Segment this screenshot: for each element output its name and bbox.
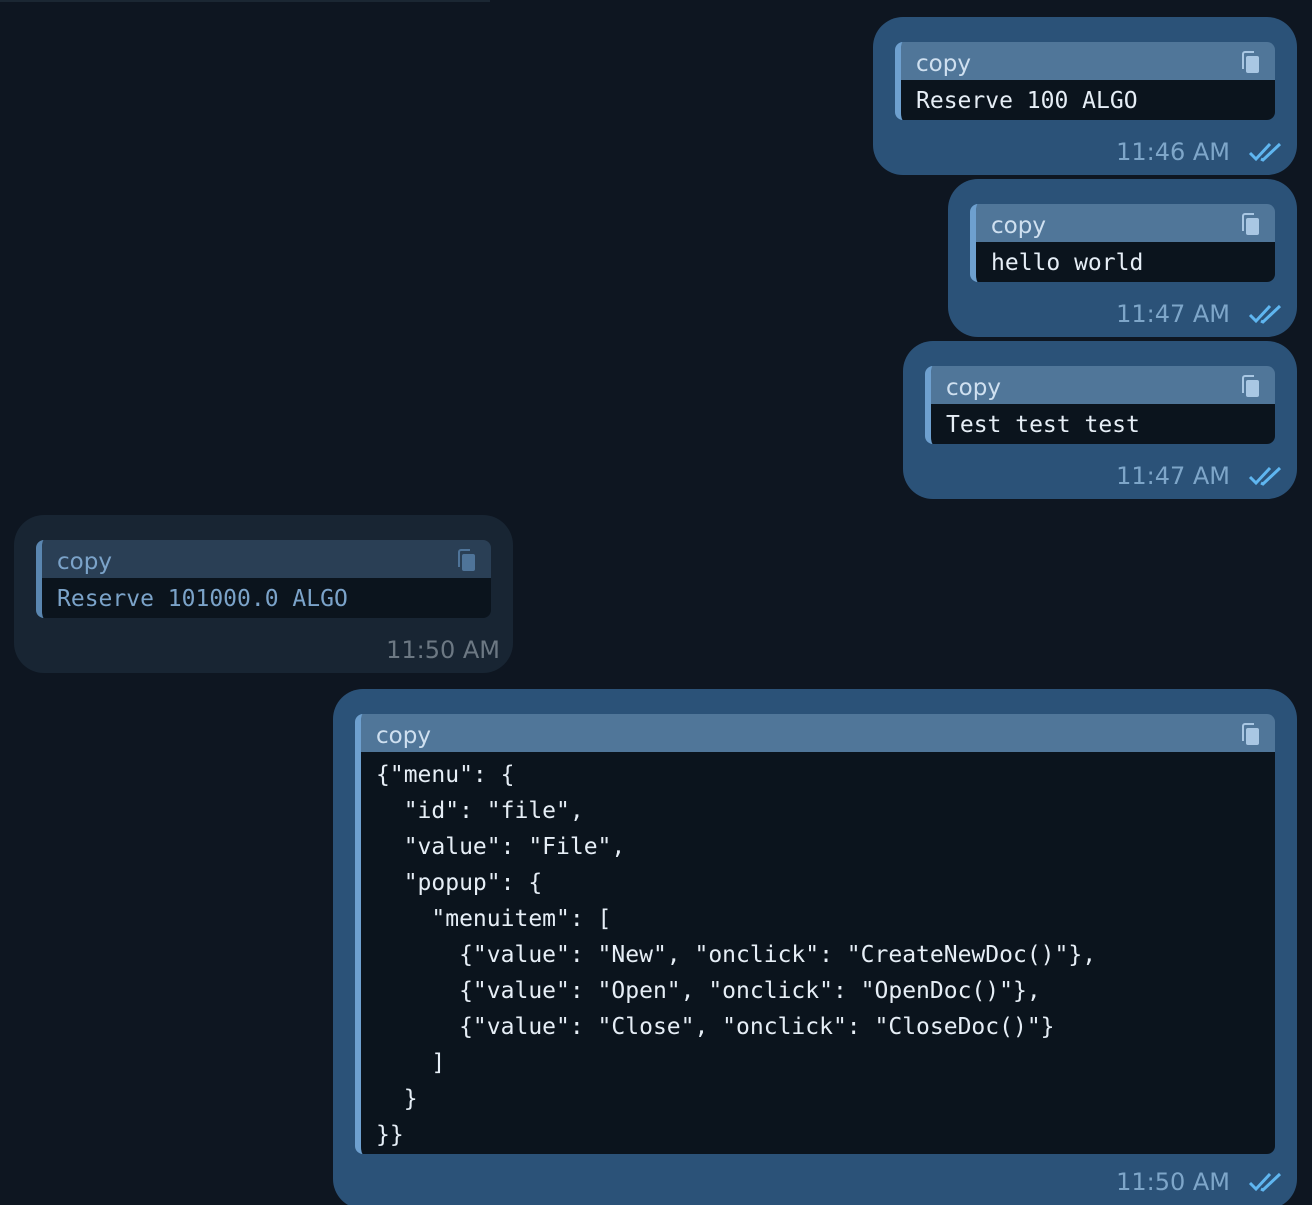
code-copy-label[interactable]: copy — [916, 51, 971, 77]
code-block-header: copy — [931, 366, 1275, 404]
outgoing-message[interactable]: copy {"menu": { "id": "file", "value": "… — [333, 689, 1297, 1205]
code-text: Reserve 100 ALGO — [901, 80, 1275, 120]
code-text: {"menu": { "id": "file", "value": "File"… — [361, 752, 1275, 1154]
copy-icon[interactable] — [457, 549, 477, 573]
code-block[interactable]: copy hello world — [970, 204, 1275, 282]
code-block[interactable]: copy Reserve 101000.0 ALGO — [36, 540, 491, 618]
code-copy-label[interactable]: copy — [57, 549, 112, 575]
outgoing-message[interactable]: copy hello world 11:47 AM — [948, 179, 1297, 337]
divider — [0, 0, 490, 2]
code-copy-label[interactable]: copy — [991, 213, 1046, 239]
code-block[interactable]: copy Test test test — [925, 366, 1275, 444]
code-copy-label[interactable]: copy — [376, 723, 431, 749]
code-block[interactable]: copy Reserve 100 ALGO — [895, 42, 1275, 120]
message-time: 11:46 AM — [1116, 138, 1230, 166]
incoming-message[interactable]: copy Reserve 101000.0 ALGO 11:50 AM — [14, 515, 513, 673]
message-meta: 11:50 AM — [1116, 1167, 1284, 1197]
code-text: Reserve 101000.0 ALGO — [42, 578, 491, 618]
chat-history[interactable]: copy Reserve 100 ALGO 11:46 AM copy hell… — [0, 0, 1312, 1205]
code-block-header: copy — [361, 714, 1275, 752]
code-text: Test test test — [931, 404, 1275, 444]
double-check-icon — [1248, 1172, 1282, 1192]
message-time: 11:47 AM — [1116, 300, 1230, 328]
copy-icon[interactable] — [1241, 51, 1261, 75]
copy-icon[interactable] — [1241, 723, 1261, 747]
message-meta: 11:46 AM — [1116, 137, 1284, 167]
double-check-icon — [1248, 142, 1282, 162]
outgoing-message[interactable]: copy Test test test 11:47 AM — [903, 341, 1297, 499]
code-block[interactable]: copy {"menu": { "id": "file", "value": "… — [355, 714, 1275, 1154]
copy-icon[interactable] — [1241, 375, 1261, 399]
code-copy-label[interactable]: copy — [946, 375, 1001, 401]
double-check-icon — [1248, 466, 1282, 486]
message-meta: 11:50 AM — [386, 635, 500, 665]
message-meta: 11:47 AM — [1116, 461, 1284, 491]
outgoing-message[interactable]: copy Reserve 100 ALGO 11:46 AM — [873, 17, 1297, 175]
message-time: 11:50 AM — [386, 636, 500, 664]
code-text: hello world — [976, 242, 1275, 282]
code-block-header: copy — [976, 204, 1275, 242]
copy-icon[interactable] — [1241, 213, 1261, 237]
code-block-header: copy — [42, 540, 491, 578]
message-time: 11:47 AM — [1116, 462, 1230, 490]
message-meta: 11:47 AM — [1116, 299, 1284, 329]
message-time: 11:50 AM — [1116, 1168, 1230, 1196]
code-block-header: copy — [901, 42, 1275, 80]
double-check-icon — [1248, 304, 1282, 324]
